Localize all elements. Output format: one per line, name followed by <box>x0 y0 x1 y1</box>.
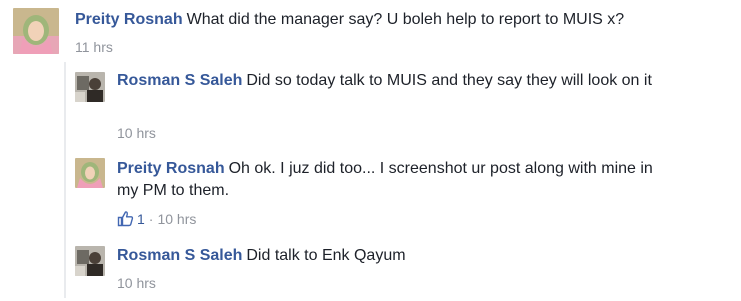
comment-body: Rosman S Saleh Did talk to Enk Qayum <box>117 245 717 267</box>
comment-author-link[interactable]: Preity Rosnah <box>75 11 183 28</box>
comment-meta: 10 hrs <box>117 124 156 142</box>
like-count[interactable]: 1 <box>137 211 145 227</box>
comment-meta: 11 hrs <box>75 38 113 56</box>
comment-text: Did so today talk to MUIS and they say t… <box>246 72 652 89</box>
comment-body: Rosman S Saleh Did so today talk to MUIS … <box>117 70 687 92</box>
female-avatar-icon <box>75 158 105 188</box>
reply-comment: Preity Rosnah Oh ok. I juz did too... I s… <box>0 146 741 234</box>
comment-body: Preity Rosnah Oh ok. I juz did too... I s… <box>117 158 677 202</box>
female-avatar-icon <box>13 8 59 54</box>
comment-body: Preity Rosnah What did the manager say? U… <box>75 9 735 31</box>
comment-timestamp[interactable]: 11 hrs <box>75 39 113 55</box>
male-avatar-icon <box>75 246 105 276</box>
reply-comment: Rosman S Saleh Did talk to Enk Qayum 10 h… <box>0 234 741 301</box>
commenter-avatar[interactable] <box>13 8 59 54</box>
comment-meta: 1 · 10 hrs <box>117 210 196 231</box>
comment-timestamp[interactable]: 10 hrs <box>157 211 196 227</box>
comment-author-link[interactable]: Rosman S Saleh <box>117 72 242 89</box>
reply-comment: Rosman S Saleh Did so today talk to MUIS … <box>0 62 741 146</box>
comment-author-link[interactable]: Preity Rosnah <box>117 160 225 177</box>
commenter-avatar[interactable] <box>75 72 105 102</box>
thumbs-up-like-icon[interactable] <box>117 210 134 231</box>
comment-text: Did talk to Enk Qayum <box>246 247 406 264</box>
commenter-avatar[interactable] <box>75 246 105 276</box>
comment-timestamp[interactable]: 10 hrs <box>117 275 156 291</box>
meta-separator: · <box>148 211 154 227</box>
comment-text: What did the manager say? U boleh help t… <box>186 11 625 28</box>
comment-timestamp[interactable]: 10 hrs <box>117 125 156 141</box>
comment-meta: 10 hrs <box>117 274 156 292</box>
commenter-avatar[interactable] <box>75 158 105 188</box>
male-avatar-icon <box>75 72 105 102</box>
comment-author-link[interactable]: Rosman S Saleh <box>117 247 242 264</box>
comment: Preity Rosnah What did the manager say? U… <box>0 0 741 62</box>
